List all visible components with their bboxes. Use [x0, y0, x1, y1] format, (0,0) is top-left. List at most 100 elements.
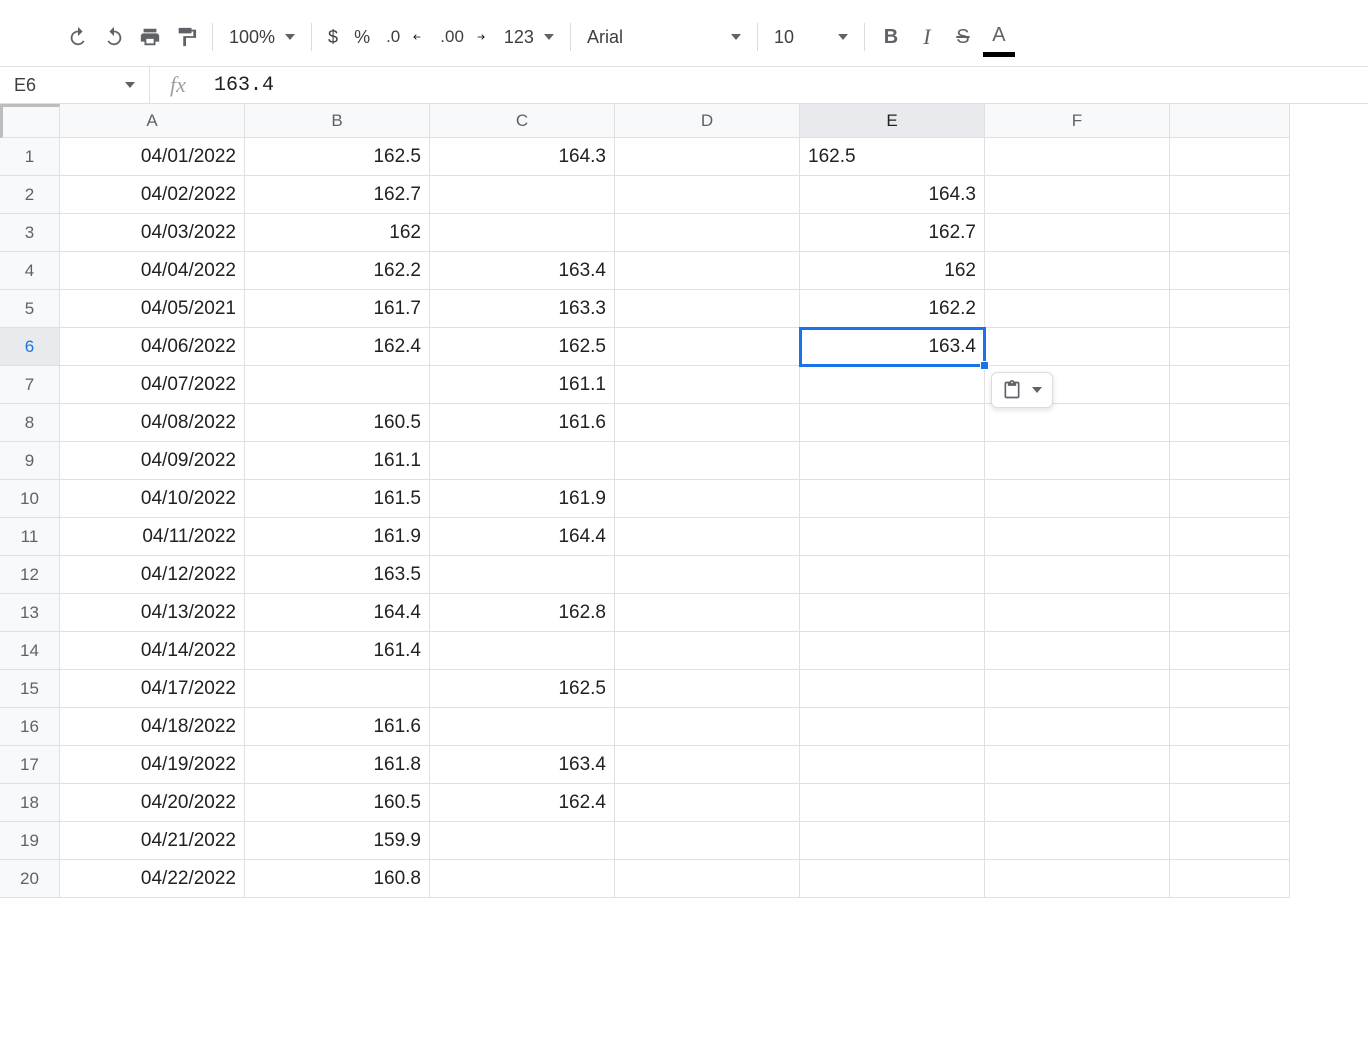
cell-E18[interactable]	[800, 784, 985, 822]
cell-E11[interactable]	[800, 518, 985, 556]
cell-E20[interactable]	[800, 860, 985, 898]
cell-A13[interactable]: 04/13/2022	[60, 594, 245, 632]
cell-D18[interactable]	[615, 784, 800, 822]
cell-C19[interactable]	[430, 822, 615, 860]
cell-E15[interactable]	[800, 670, 985, 708]
cell-D16[interactable]	[615, 708, 800, 746]
cell-extra-15[interactable]	[1170, 670, 1290, 708]
cell-C11[interactable]: 164.4	[430, 518, 615, 556]
undo-button[interactable]	[60, 19, 96, 55]
cell-C7[interactable]: 161.1	[430, 366, 615, 404]
row-header-13[interactable]: 13	[0, 594, 60, 632]
cell-A20[interactable]: 04/22/2022	[60, 860, 245, 898]
cell-D10[interactable]	[615, 480, 800, 518]
cell-E6[interactable]: 163.4	[800, 328, 985, 366]
cell-B11[interactable]: 161.9	[245, 518, 430, 556]
cell-D9[interactable]	[615, 442, 800, 480]
cell-F16[interactable]	[985, 708, 1170, 746]
cell-D15[interactable]	[615, 670, 800, 708]
cell-E19[interactable]	[800, 822, 985, 860]
row-header-2[interactable]: 2	[0, 176, 60, 214]
cell-C20[interactable]	[430, 860, 615, 898]
cell-extra-13[interactable]	[1170, 594, 1290, 632]
row-header-11[interactable]: 11	[0, 518, 60, 556]
row-header-14[interactable]: 14	[0, 632, 60, 670]
col-header-A[interactable]: A	[60, 104, 245, 138]
cell-C2[interactable]	[430, 176, 615, 214]
spreadsheet-grid[interactable]: ABCDEF104/01/2022162.5164.3162.5204/02/2…	[0, 104, 1368, 898]
row-header-6[interactable]: 6	[0, 328, 60, 366]
cell-extra-7[interactable]	[1170, 366, 1290, 404]
cell-B7[interactable]	[245, 366, 430, 404]
cell-B10[interactable]: 161.5	[245, 480, 430, 518]
cell-F12[interactable]	[985, 556, 1170, 594]
cell-A18[interactable]: 04/20/2022	[60, 784, 245, 822]
cell-E13[interactable]	[800, 594, 985, 632]
cell-A6[interactable]: 04/06/2022	[60, 328, 245, 366]
cell-A1[interactable]: 04/01/2022	[60, 138, 245, 176]
row-header-12[interactable]: 12	[0, 556, 60, 594]
row-header-5[interactable]: 5	[0, 290, 60, 328]
cell-A15[interactable]: 04/17/2022	[60, 670, 245, 708]
cell-F13[interactable]	[985, 594, 1170, 632]
col-header-extra[interactable]	[1170, 104, 1290, 138]
format-currency-button[interactable]: $	[320, 19, 346, 55]
bold-button[interactable]: B	[873, 19, 909, 55]
cell-A14[interactable]: 04/14/2022	[60, 632, 245, 670]
cell-B15[interactable]	[245, 670, 430, 708]
col-header-F[interactable]: F	[985, 104, 1170, 138]
cell-extra-17[interactable]	[1170, 746, 1290, 784]
cell-B16[interactable]: 161.6	[245, 708, 430, 746]
cell-E5[interactable]: 162.2	[800, 290, 985, 328]
cell-B19[interactable]: 159.9	[245, 822, 430, 860]
col-header-C[interactable]: C	[430, 104, 615, 138]
col-header-E[interactable]: E	[800, 104, 985, 138]
row-header-20[interactable]: 20	[0, 860, 60, 898]
cell-B8[interactable]: 160.5	[245, 404, 430, 442]
cell-C9[interactable]	[430, 442, 615, 480]
cell-B17[interactable]: 161.8	[245, 746, 430, 784]
cell-C17[interactable]: 163.4	[430, 746, 615, 784]
cell-B5[interactable]: 161.7	[245, 290, 430, 328]
cell-D19[interactable]	[615, 822, 800, 860]
cell-C10[interactable]: 161.9	[430, 480, 615, 518]
row-header-16[interactable]: 16	[0, 708, 60, 746]
cell-extra-19[interactable]	[1170, 822, 1290, 860]
zoom-dropdown[interactable]: 100%	[221, 19, 303, 55]
cell-D4[interactable]	[615, 252, 800, 290]
paint-format-button[interactable]	[168, 19, 204, 55]
cell-F9[interactable]	[985, 442, 1170, 480]
cell-D14[interactable]	[615, 632, 800, 670]
row-header-18[interactable]: 18	[0, 784, 60, 822]
row-header-9[interactable]: 9	[0, 442, 60, 480]
cell-D12[interactable]	[615, 556, 800, 594]
cell-extra-11[interactable]	[1170, 518, 1290, 556]
cell-F1[interactable]	[985, 138, 1170, 176]
formula-input[interactable]: 163.4	[206, 67, 1368, 103]
cell-F8[interactable]	[985, 404, 1170, 442]
cell-extra-5[interactable]	[1170, 290, 1290, 328]
cell-C16[interactable]	[430, 708, 615, 746]
cell-D7[interactable]	[615, 366, 800, 404]
cell-B6[interactable]: 162.4	[245, 328, 430, 366]
cell-C4[interactable]: 163.4	[430, 252, 615, 290]
cell-C6[interactable]: 162.5	[430, 328, 615, 366]
col-header-B[interactable]: B	[245, 104, 430, 138]
cell-C5[interactable]: 163.3	[430, 290, 615, 328]
cell-E4[interactable]: 162	[800, 252, 985, 290]
cell-A2[interactable]: 04/02/2022	[60, 176, 245, 214]
cell-extra-12[interactable]	[1170, 556, 1290, 594]
cell-B9[interactable]: 161.1	[245, 442, 430, 480]
font-family-dropdown[interactable]: Arial	[579, 19, 749, 55]
selection-fill-handle[interactable]	[980, 361, 989, 370]
col-header-D[interactable]: D	[615, 104, 800, 138]
cell-F6[interactable]	[985, 328, 1170, 366]
cell-D1[interactable]	[615, 138, 800, 176]
decrease-decimal-button[interactable]: .0	[378, 19, 432, 55]
row-header-19[interactable]: 19	[0, 822, 60, 860]
row-header-17[interactable]: 17	[0, 746, 60, 784]
cell-A19[interactable]: 04/21/2022	[60, 822, 245, 860]
cell-extra-8[interactable]	[1170, 404, 1290, 442]
cell-extra-6[interactable]	[1170, 328, 1290, 366]
strikethrough-button[interactable]: S	[945, 19, 981, 55]
